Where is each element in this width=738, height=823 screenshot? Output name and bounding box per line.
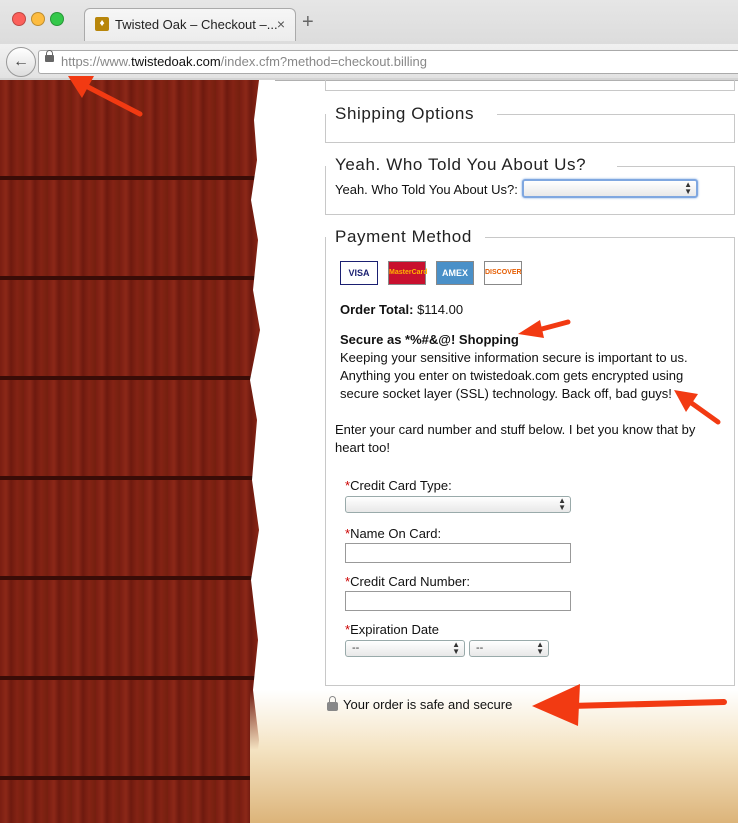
card-type-select[interactable]: ▲ ▼ xyxy=(345,496,571,513)
name-on-card-label: *Name On Card: xyxy=(345,526,442,541)
secure-line-2: Anything you enter on twistedoak.com get… xyxy=(340,368,684,383)
select-arrows-icon: ▲ ▼ xyxy=(536,640,544,656)
ssl-lock-icon xyxy=(45,50,54,62)
exp-year-select[interactable]: -- ▲ ▼ xyxy=(469,640,549,657)
back-button[interactable]: ← xyxy=(6,47,36,77)
annotation-arrow-safe xyxy=(532,684,727,726)
favicon-icon: ♦ xyxy=(95,17,109,31)
instructions-line-2: heart too! xyxy=(335,440,390,455)
secure-line-1: Keeping your sensitive information secur… xyxy=(340,350,688,365)
tab-close-icon[interactable]: × xyxy=(277,16,285,32)
visa-card-icon: VISA xyxy=(340,261,378,285)
wood-background xyxy=(0,80,270,823)
zoom-window-button[interactable] xyxy=(50,12,64,26)
card-number-input[interactable] xyxy=(345,591,571,611)
exp-month-select[interactable]: -- ▲ ▼ xyxy=(345,640,465,657)
secure-line-3: secure socket layer (SSL) technology. Ba… xyxy=(340,386,672,401)
referral-topline xyxy=(617,166,735,167)
tab-checkout[interactable]: ♦ Twisted Oak – Checkout –... × xyxy=(84,8,296,41)
safe-secure-note: Your order is safe and secure xyxy=(327,696,512,712)
annotation-arrow-secure xyxy=(518,319,571,338)
select-arrows-icon: ▲ ▼ xyxy=(558,496,566,512)
card-type-label: *Credit Card Type: xyxy=(345,478,452,493)
shipping-options-title: Shipping Options xyxy=(331,104,479,124)
tab-title: Twisted Oak – Checkout –... xyxy=(115,17,278,32)
referral-title: Yeah. Who Told You About Us? xyxy=(331,155,591,175)
order-total: Order Total: $114.00 xyxy=(340,302,464,317)
expiration-label: *Expiration Date xyxy=(345,622,439,637)
minimize-window-button[interactable] xyxy=(31,12,45,26)
payment-method-title: Payment Method xyxy=(331,227,476,247)
referral-label: Yeah. Who Told You About Us?: xyxy=(335,182,518,197)
referral-select[interactable]: ▲ ▼ xyxy=(522,179,698,198)
name-on-card-input[interactable] xyxy=(345,543,571,563)
new-tab-icon[interactable]: + xyxy=(302,12,314,32)
annotation-arrow-url xyxy=(68,76,143,117)
card-number-label: *Credit Card Number: xyxy=(345,574,470,589)
annotation-arrow-ssl xyxy=(674,390,721,425)
discover-card-icon: DISCOVER xyxy=(484,261,522,285)
secure-heading: Secure as *%#&@! Shopping xyxy=(340,332,519,347)
select-arrows-icon: ▲ ▼ xyxy=(452,640,460,656)
padlock-icon xyxy=(327,696,338,711)
instructions-line-1: Enter your card number and stuff below. … xyxy=(335,422,696,437)
previous-section-box xyxy=(325,80,735,91)
close-window-button[interactable] xyxy=(12,12,26,26)
select-arrows-icon: ▲ ▼ xyxy=(684,180,692,196)
amex-card-icon: AMEX xyxy=(436,261,474,285)
payment-method-topline xyxy=(485,237,735,238)
shipping-options-topline xyxy=(497,114,735,115)
mastercard-icon: MasterCard xyxy=(388,261,428,285)
